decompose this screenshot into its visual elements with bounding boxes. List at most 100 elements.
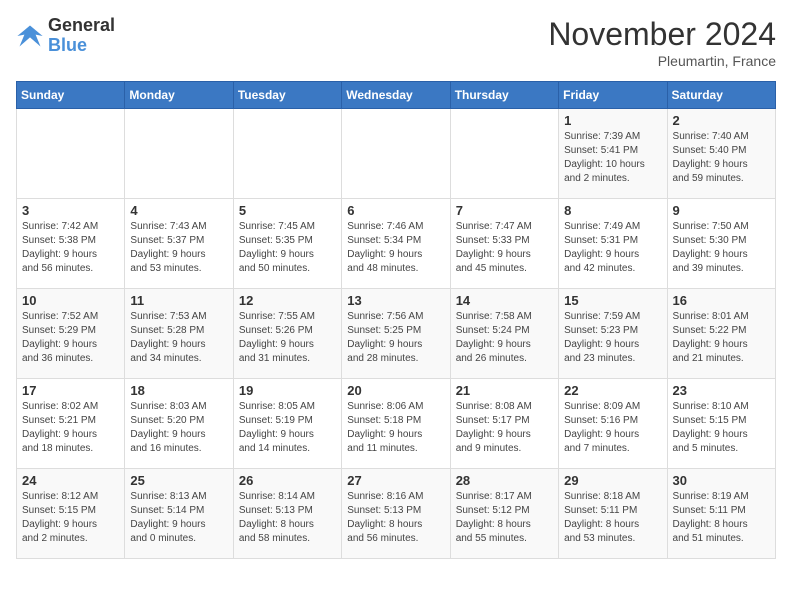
day-number: 20 (347, 383, 444, 398)
day-info: Sunrise: 8:05 AM Sunset: 5:19 PM Dayligh… (239, 400, 336, 456)
logo-icon (16, 22, 44, 50)
day-number: 18 (130, 383, 227, 398)
calendar-cell: 26 Sunrise: 8:14 AM Sunset: 5:13 PM Dayli… (233, 469, 341, 559)
day-number: 21 (456, 383, 553, 398)
calendar-cell: 11Sunrise: 7:53 AM Sunset: 5:28 PM Dayli… (125, 289, 233, 379)
calendar-cell: 22Sunrise: 8:09 AM Sunset: 5:16 PM Dayli… (559, 379, 667, 469)
day-number: 1 (564, 113, 661, 128)
day-info: Sunrise: 8:14 AM Sunset: 5:13 PM Dayligh… (239, 490, 336, 546)
calendar-cell: 3 Sunrise: 7:42 AM Sunset: 5:38 PM Daylig… (17, 199, 125, 289)
day-info: Sunrise: 8:10 AM Sunset: 5:15 PM Dayligh… (673, 400, 770, 456)
calendar-cell: 17Sunrise: 8:02 AM Sunset: 5:21 PM Dayli… (17, 379, 125, 469)
calendar-cell: 14 Sunrise: 7:58 AM Sunset: 5:24 PM Dayli… (450, 289, 558, 379)
day-info: Sunrise: 7:45 AM Sunset: 5:35 PM Dayligh… (239, 220, 336, 276)
calendar-body: 1 Sunrise: 7:39 AM Sunset: 5:41 PM Daylig… (17, 109, 776, 559)
logo-line2: Blue (48, 36, 115, 56)
calendar-cell: 23 Sunrise: 8:10 AM Sunset: 5:15 PM Dayli… (667, 379, 775, 469)
calendar-cell (125, 109, 233, 199)
day-info: Sunrise: 8:19 AM Sunset: 5:11 PM Dayligh… (673, 490, 770, 546)
day-number: 5 (239, 203, 336, 218)
logo-text: General Blue (48, 16, 115, 56)
header-cell-monday: Monday (125, 82, 233, 109)
day-number: 27 (347, 473, 444, 488)
calendar-cell: 12Sunrise: 7:55 AM Sunset: 5:26 PM Dayli… (233, 289, 341, 379)
calendar-cell: 16 Sunrise: 8:01 AM Sunset: 5:22 PM Dayli… (667, 289, 775, 379)
day-info: Sunrise: 7:58 AM Sunset: 5:24 PM Dayligh… (456, 310, 553, 366)
calendar-week-5: 24 Sunrise: 8:12 AM Sunset: 5:15 PM Dayli… (17, 469, 776, 559)
calendar-cell: 27 Sunrise: 8:16 AM Sunset: 5:13 PM Dayli… (342, 469, 450, 559)
day-info: Sunrise: 7:52 AM Sunset: 5:29 PM Dayligh… (22, 310, 119, 366)
day-number: 8 (564, 203, 661, 218)
header-row: SundayMondayTuesdayWednesdayThursdayFrid… (17, 82, 776, 109)
day-number: 28 (456, 473, 553, 488)
calendar-cell: 19 Sunrise: 8:05 AM Sunset: 5:19 PM Dayli… (233, 379, 341, 469)
day-number: 14 (456, 293, 553, 308)
day-info: Sunrise: 8:01 AM Sunset: 5:22 PM Dayligh… (673, 310, 770, 366)
calendar-cell: 10Sunrise: 7:52 AM Sunset: 5:29 PM Dayli… (17, 289, 125, 379)
calendar-table: SundayMondayTuesdayWednesdayThursdayFrid… (16, 81, 776, 559)
day-info: Sunrise: 8:03 AM Sunset: 5:20 PM Dayligh… (130, 400, 227, 456)
calendar-cell: 5 Sunrise: 7:45 AM Sunset: 5:35 PM Daylig… (233, 199, 341, 289)
calendar-week-2: 3 Sunrise: 7:42 AM Sunset: 5:38 PM Daylig… (17, 199, 776, 289)
calendar-cell: 4Sunrise: 7:43 AM Sunset: 5:37 PM Daylig… (125, 199, 233, 289)
day-number: 26 (239, 473, 336, 488)
calendar-cell (233, 109, 341, 199)
day-number: 15 (564, 293, 661, 308)
logo-line1: General (48, 16, 115, 36)
day-info: Sunrise: 7:39 AM Sunset: 5:41 PM Dayligh… (564, 130, 661, 186)
calendar-cell: 6Sunrise: 7:46 AM Sunset: 5:34 PM Daylig… (342, 199, 450, 289)
day-info: Sunrise: 8:16 AM Sunset: 5:13 PM Dayligh… (347, 490, 444, 546)
calendar-cell: 24 Sunrise: 8:12 AM Sunset: 5:15 PM Dayli… (17, 469, 125, 559)
calendar-cell (450, 109, 558, 199)
day-info: Sunrise: 7:42 AM Sunset: 5:38 PM Dayligh… (22, 220, 119, 276)
header-cell-saturday: Saturday (667, 82, 775, 109)
day-info: Sunrise: 7:46 AM Sunset: 5:34 PM Dayligh… (347, 220, 444, 276)
calendar-header: SundayMondayTuesdayWednesdayThursdayFrid… (17, 82, 776, 109)
calendar-cell: 28 Sunrise: 8:17 AM Sunset: 5:12 PM Dayli… (450, 469, 558, 559)
day-number: 24 (22, 473, 119, 488)
calendar-cell: 18 Sunrise: 8:03 AM Sunset: 5:20 PM Dayli… (125, 379, 233, 469)
day-info: Sunrise: 7:55 AM Sunset: 5:26 PM Dayligh… (239, 310, 336, 366)
day-number: 25 (130, 473, 227, 488)
day-number: 4 (130, 203, 227, 218)
day-info: Sunrise: 7:53 AM Sunset: 5:28 PM Dayligh… (130, 310, 227, 366)
day-info: Sunrise: 8:17 AM Sunset: 5:12 PM Dayligh… (456, 490, 553, 546)
day-info: Sunrise: 8:08 AM Sunset: 5:17 PM Dayligh… (456, 400, 553, 456)
calendar-cell: 30 Sunrise: 8:19 AM Sunset: 5:11 PM Dayli… (667, 469, 775, 559)
calendar-cell: 20Sunrise: 8:06 AM Sunset: 5:18 PM Dayli… (342, 379, 450, 469)
calendar-cell: 25 Sunrise: 8:13 AM Sunset: 5:14 PM Dayli… (125, 469, 233, 559)
day-info: Sunrise: 7:49 AM Sunset: 5:31 PM Dayligh… (564, 220, 661, 276)
day-number: 9 (673, 203, 770, 218)
header-cell-sunday: Sunday (17, 82, 125, 109)
day-info: Sunrise: 7:47 AM Sunset: 5:33 PM Dayligh… (456, 220, 553, 276)
calendar-cell (342, 109, 450, 199)
day-number: 16 (673, 293, 770, 308)
day-info: Sunrise: 7:40 AM Sunset: 5:40 PM Dayligh… (673, 130, 770, 186)
calendar-cell: 21 Sunrise: 8:08 AM Sunset: 5:17 PM Dayli… (450, 379, 558, 469)
header-cell-tuesday: Tuesday (233, 82, 341, 109)
day-info: Sunrise: 8:13 AM Sunset: 5:14 PM Dayligh… (130, 490, 227, 546)
day-info: Sunrise: 8:12 AM Sunset: 5:15 PM Dayligh… (22, 490, 119, 546)
calendar-week-4: 17Sunrise: 8:02 AM Sunset: 5:21 PM Dayli… (17, 379, 776, 469)
day-number: 3 (22, 203, 119, 218)
day-number: 23 (673, 383, 770, 398)
calendar-cell: 8 Sunrise: 7:49 AM Sunset: 5:31 PM Daylig… (559, 199, 667, 289)
calendar-cell: 9 Sunrise: 7:50 AM Sunset: 5:30 PM Daylig… (667, 199, 775, 289)
calendar-cell: 1 Sunrise: 7:39 AM Sunset: 5:41 PM Daylig… (559, 109, 667, 199)
calendar-cell (17, 109, 125, 199)
title-block: November 2024 Pleumartin, France (548, 16, 776, 69)
day-number: 30 (673, 473, 770, 488)
day-number: 7 (456, 203, 553, 218)
day-number: 19 (239, 383, 336, 398)
calendar-cell: 13Sunrise: 7:56 AM Sunset: 5:25 PM Dayli… (342, 289, 450, 379)
page-header: General Blue November 2024 Pleumartin, F… (16, 16, 776, 69)
calendar-week-3: 10Sunrise: 7:52 AM Sunset: 5:29 PM Dayli… (17, 289, 776, 379)
calendar-week-1: 1 Sunrise: 7:39 AM Sunset: 5:41 PM Daylig… (17, 109, 776, 199)
day-number: 17 (22, 383, 119, 398)
day-info: Sunrise: 8:09 AM Sunset: 5:16 PM Dayligh… (564, 400, 661, 456)
page-subtitle: Pleumartin, France (548, 53, 776, 69)
day-number: 13 (347, 293, 444, 308)
day-info: Sunrise: 7:50 AM Sunset: 5:30 PM Dayligh… (673, 220, 770, 276)
day-number: 29 (564, 473, 661, 488)
calendar-cell: 2Sunrise: 7:40 AM Sunset: 5:40 PM Daylig… (667, 109, 775, 199)
